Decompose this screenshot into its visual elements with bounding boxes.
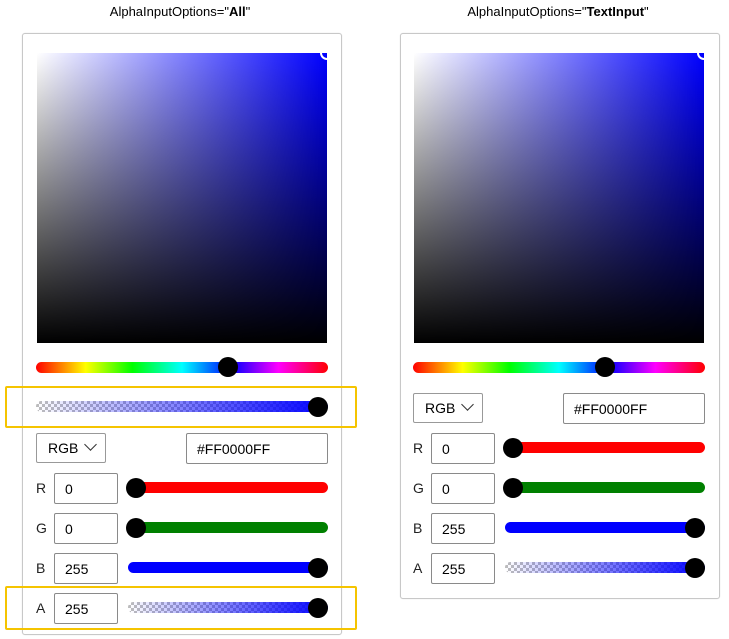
right-red-label: R <box>413 440 424 456</box>
left-blue-label: B <box>36 560 46 576</box>
right-hue-slider-track[interactable] <box>413 362 705 373</box>
right-caption: AlphaInputOptions="TextInput" <box>467 4 649 19</box>
chevron-down-icon <box>84 438 97 451</box>
right-alpha-channel-slider-track[interactable] <box>505 562 705 573</box>
left-red-slider-thumb[interactable] <box>126 478 146 498</box>
right-color-spectrum[interactable] <box>414 53 704 343</box>
right-hex-input[interactable]: #FF0000FF <box>563 393 705 424</box>
right-alpha-input[interactable]: 255 <box>431 553 495 584</box>
left-green-input[interactable]: 0 <box>54 513 118 544</box>
left-color-spectrum[interactable] <box>37 53 327 343</box>
right-blue-slider-thumb[interactable] <box>685 518 705 538</box>
left-alpha-slider-thumb[interactable] <box>308 397 328 417</box>
left-alpha-channel-slider-track[interactable] <box>128 602 328 613</box>
right-green-slider-track[interactable] <box>505 482 705 493</box>
left-alpha-label: A <box>36 600 46 616</box>
left-blue-slider-thumb[interactable] <box>308 558 328 578</box>
left-blue-input[interactable]: 255 <box>54 553 118 584</box>
left-red-label: R <box>36 480 47 496</box>
right-blue-input[interactable]: 255 <box>431 513 495 544</box>
left-color-model-dropdown[interactable]: RGB <box>36 433 106 463</box>
right-alpha-channel-slider-thumb[interactable] <box>685 558 705 578</box>
chevron-down-icon <box>461 398 474 411</box>
right-blue-label: B <box>413 520 423 536</box>
left-green-slider-track[interactable] <box>128 522 328 533</box>
right-red-slider-thumb[interactable] <box>503 438 523 458</box>
left-hue-slider-track[interactable] <box>36 362 328 373</box>
right-hue-slider-thumb[interactable] <box>595 357 615 377</box>
right-blue-slider-track[interactable] <box>505 522 705 533</box>
left-red-input[interactable]: 0 <box>54 473 118 504</box>
left-alpha-channel-slider-thumb[interactable] <box>308 598 328 618</box>
right-red-input[interactable]: 0 <box>431 433 495 464</box>
left-green-slider-thumb[interactable] <box>126 518 146 538</box>
left-red-slider-track[interactable] <box>128 482 328 493</box>
left-blue-slider-track[interactable] <box>128 562 328 573</box>
left-caption: AlphaInputOptions="All" <box>109 4 251 19</box>
right-red-slider-track[interactable] <box>505 442 705 453</box>
right-alpha-label: A <box>413 560 423 576</box>
right-green-label: G <box>413 480 424 496</box>
left-spectrum-selector[interactable] <box>320 46 334 60</box>
right-green-slider-thumb[interactable] <box>503 478 523 498</box>
left-green-label: G <box>36 520 47 536</box>
left-hue-slider-thumb[interactable] <box>218 357 238 377</box>
right-green-input[interactable]: 0 <box>431 473 495 504</box>
right-spectrum-selector[interactable] <box>697 46 711 60</box>
right-color-model-dropdown[interactable]: RGB <box>413 393 483 423</box>
left-alpha-slider-track[interactable] <box>36 401 328 412</box>
left-hex-input[interactable]: #FF0000FF <box>186 433 328 464</box>
left-alpha-input[interactable]: 255 <box>54 593 118 624</box>
